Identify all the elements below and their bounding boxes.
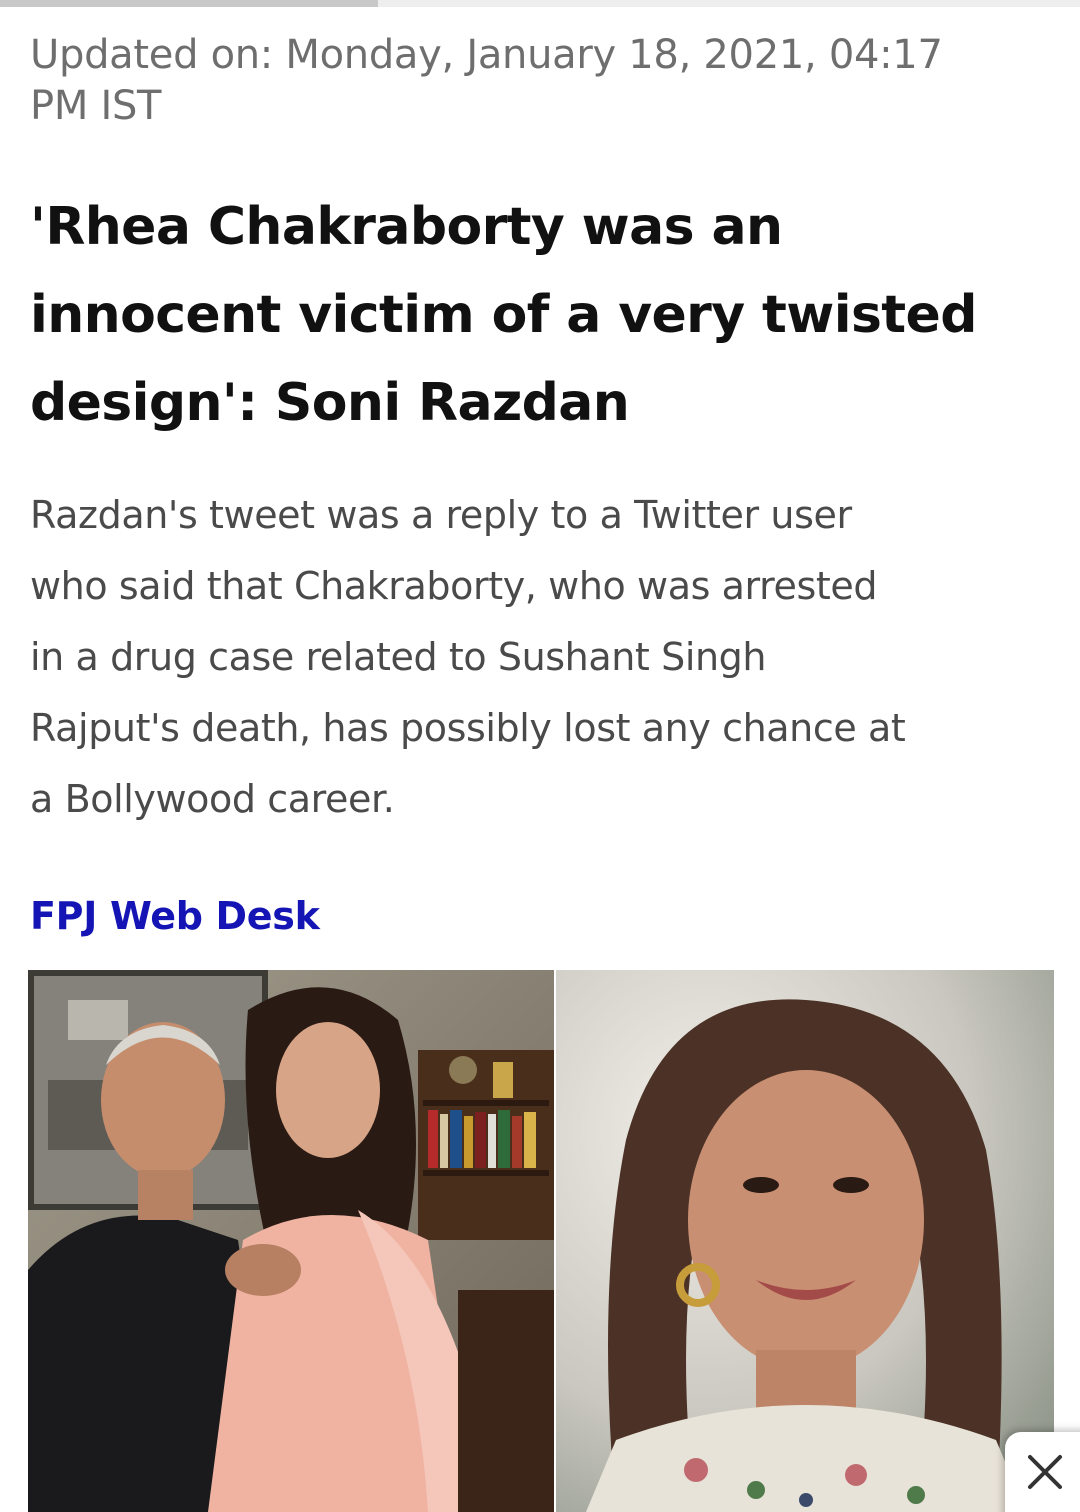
summary-line-4: Rajput's death, has possibly lost any ch…	[30, 706, 906, 750]
headline-line-3: design': Soni Razdan	[30, 373, 630, 433]
article-photo-left[interactable]	[28, 970, 554, 1512]
updated-timestamp: Updated on: Monday, January 18, 2021, 04…	[30, 30, 1040, 132]
reading-progress-fill	[0, 0, 378, 7]
author-byline-link[interactable]: FPJ Web Desk	[30, 890, 320, 942]
headline-line-1: 'Rhea Chakraborty was an	[30, 197, 783, 257]
summary-line-3: in a drug case related to Sushant Singh	[30, 635, 767, 679]
reading-progress-bar	[0, 0, 1080, 7]
article-page: Updated on: Monday, January 18, 2021, 04…	[0, 0, 1080, 1512]
article-summary: Razdan's tweet was a reply to a Twitter …	[30, 480, 1060, 835]
photo-left-illustration	[28, 970, 554, 1512]
updated-line-2: PM IST	[30, 83, 162, 129]
summary-line-1: Razdan's tweet was a reply to a Twitter …	[30, 493, 852, 537]
article-photo-right[interactable]	[556, 970, 1054, 1512]
photo-right-illustration	[556, 970, 1054, 1512]
article-headline: 'Rhea Chakraborty was an innocent victim…	[30, 183, 1070, 447]
updated-line-1: Updated on: Monday, January 18, 2021, 04…	[30, 32, 943, 78]
summary-line-2: who said that Chakraborty, who was arres…	[30, 564, 878, 608]
close-icon	[1028, 1455, 1062, 1489]
headline-line-2: innocent victim of a very twisted	[30, 285, 977, 345]
summary-line-5: a Bollywood career.	[30, 777, 395, 821]
close-ad-button[interactable]	[1005, 1432, 1080, 1512]
